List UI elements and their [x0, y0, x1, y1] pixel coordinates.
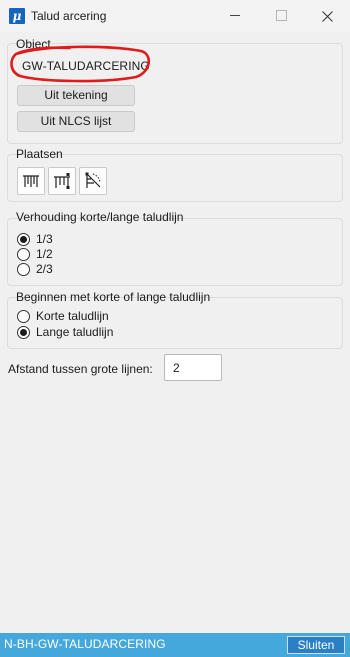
place-group-legend: Plaatsen — [16, 147, 63, 161]
red-annotation-circle — [10, 45, 150, 83]
ratio-option-label: 1/2 — [36, 247, 53, 261]
from-nlcs-list-button[interactable]: Uit NLCS lijst — [17, 111, 135, 132]
place-between-points-icon — [54, 173, 70, 189]
close-window-button[interactable] — [304, 0, 350, 32]
place-radial-button[interactable] — [79, 167, 107, 195]
from-drawing-button[interactable]: Uit tekening — [17, 85, 135, 106]
ratio-option-label: 1/3 — [36, 232, 53, 246]
start-line-group-legend: Beginnen met korte of lange taludlijn — [16, 290, 211, 304]
radio-button[interactable] — [17, 310, 30, 323]
status-layer-name: N-BH-GW-TALUDARCERING — [4, 637, 166, 651]
ratio-option-label: 2/3 — [36, 262, 53, 276]
place-between-lines-button[interactable] — [17, 167, 45, 195]
radio-button[interactable] — [17, 248, 30, 261]
maximize-button — [258, 0, 304, 32]
place-between-lines-icon — [23, 175, 39, 187]
ratio-group — [7, 218, 343, 286]
close-button[interactable]: Sluiten — [287, 636, 345, 654]
title-bar: μ Talud arcering — [0, 0, 350, 32]
place-radial-icon — [85, 172, 101, 188]
start-line-group — [7, 297, 343, 349]
place-between-points-button[interactable] — [48, 167, 76, 195]
app-logo-icon: μ — [9, 8, 25, 24]
spacing-input[interactable] — [164, 354, 222, 381]
radio-button[interactable] — [17, 263, 30, 276]
start-option-label: Lange taludlijn — [36, 325, 114, 339]
close-icon — [322, 11, 333, 22]
radio-button-checked[interactable] — [17, 326, 30, 339]
spacing-label: Afstand tussen grote lijnen: — [8, 362, 153, 376]
radio-button-checked[interactable] — [17, 233, 30, 246]
minimize-button[interactable] — [212, 0, 258, 32]
start-option-label: Korte taludlijn — [36, 309, 109, 323]
ratio-group-legend: Verhouding korte/lange taludlijn — [16, 210, 184, 224]
window-title: Talud arcering — [31, 9, 107, 23]
